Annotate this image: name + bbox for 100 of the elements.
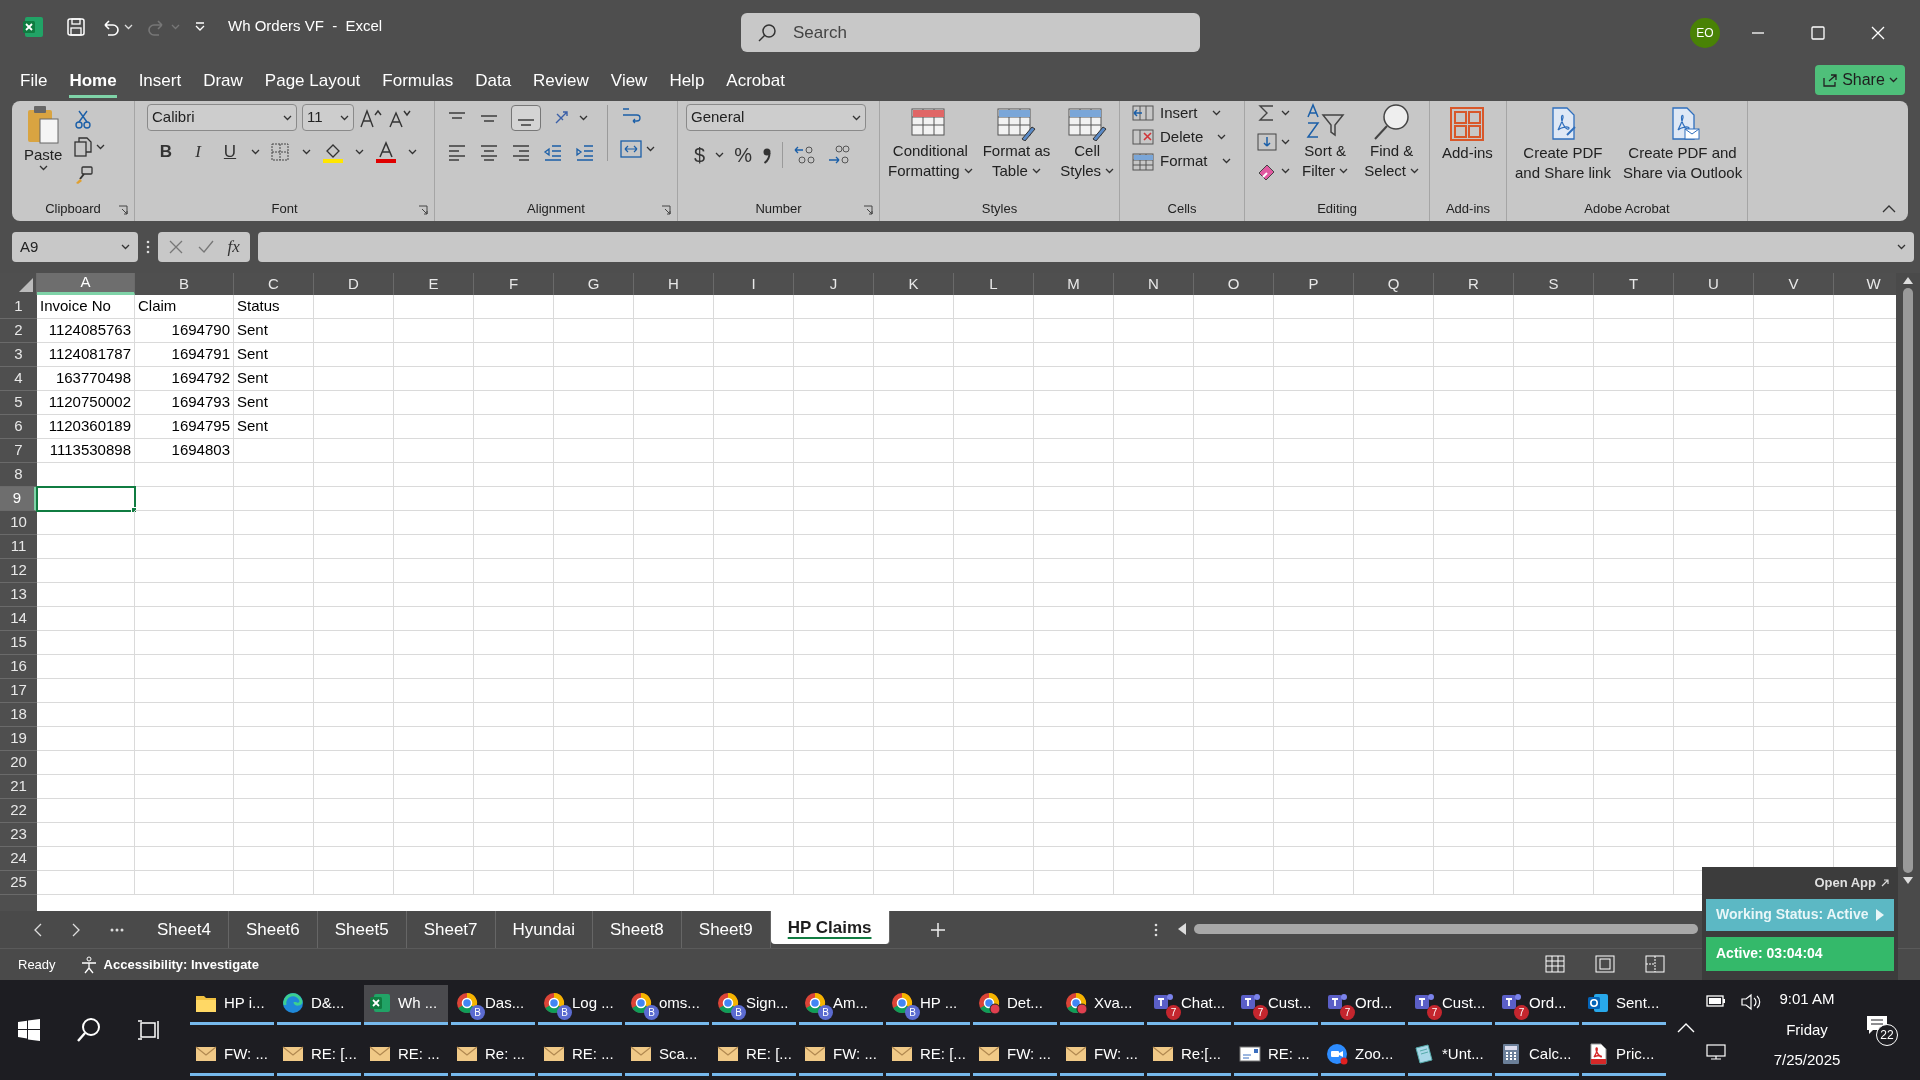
options-icon[interactable] — [1154, 923, 1158, 937]
grid-cell[interactable]: Sent — [234, 391, 314, 415]
chevron-down-icon[interactable] — [302, 148, 311, 155]
ribbon-button[interactable]: Delete — [1132, 127, 1244, 147]
previous-sheet-icon[interactable] — [34, 922, 42, 937]
column-header[interactable]: Q — [1354, 273, 1434, 295]
taskbar-button[interactable]: Re:[... — [1147, 1035, 1231, 1076]
ribbon-button[interactable]: Insert — [1132, 103, 1244, 123]
accessibility-button[interactable]: Accessibility: Investigate — [79, 954, 259, 975]
page-layout-view-icon[interactable] — [1595, 955, 1615, 973]
taskbar-button[interactable]: 7 Cust... — [1234, 984, 1318, 1025]
taskbar-button[interactable]: 7 Ord... — [1321, 984, 1405, 1025]
ribbon-button[interactable]: Format as Table — [978, 105, 1055, 181]
chevron-down-icon[interactable] — [408, 148, 417, 155]
grid-cell[interactable]: Invoice No — [37, 295, 135, 319]
grid-cell[interactable]: Sent — [234, 343, 314, 367]
taskbar-button[interactable]: RE: ... — [1234, 1035, 1318, 1076]
clock[interactable]: 9:01 AM Friday 7/25/2025 — [1762, 984, 1852, 1076]
copy-icon[interactable] — [74, 137, 93, 157]
taskbar-button[interactable]: RE: ... — [538, 1035, 622, 1076]
font-name-field[interactable]: Calibri — [147, 104, 297, 131]
row-header[interactable]: 11 — [0, 535, 37, 559]
column-header[interactable]: U — [1674, 273, 1754, 295]
start-icon[interactable] — [17, 1018, 42, 1042]
column-header[interactable]: N — [1114, 273, 1194, 295]
ribbon-button[interactable]: Find & Select — [1360, 103, 1424, 181]
decrease-decimal-icon[interactable] — [826, 144, 851, 166]
fill-down-icon[interactable] — [1257, 132, 1277, 152]
row-header[interactable]: 24 — [0, 847, 37, 871]
column-header[interactable]: D — [314, 273, 394, 295]
taskbar-button[interactable]: 7 Ord... — [1495, 984, 1579, 1025]
select-all-icon[interactable] — [19, 278, 33, 292]
row-header[interactable]: 7 — [0, 439, 37, 463]
grid-cell[interactable]: 163770498 — [37, 367, 135, 391]
bold-button[interactable]: B — [155, 139, 177, 165]
taskbar-button[interactable]: Sent... — [1582, 984, 1666, 1025]
column-header[interactable]: J — [794, 273, 874, 295]
row-header[interactable]: 1 — [0, 295, 37, 319]
chevron-down-icon[interactable] — [121, 244, 130, 250]
taskbar-button[interactable]: RE: ... — [364, 1035, 448, 1076]
chevron-down-icon[interactable] — [1211, 110, 1221, 116]
chevron-down-icon[interactable] — [1281, 168, 1290, 174]
chevron-down-icon[interactable] — [579, 115, 588, 121]
column-header[interactable]: A — [37, 273, 135, 295]
chevron-down-icon[interactable] — [96, 144, 106, 150]
chevron-down-icon[interactable] — [1410, 168, 1420, 174]
align-center-icon[interactable] — [479, 143, 499, 161]
taskbar-button[interactable]: FW: ... — [1060, 1035, 1144, 1076]
scroll-left-icon[interactable] — [1178, 923, 1186, 935]
grid-cell[interactable]: Claim — [135, 295, 234, 319]
ribbon-tab[interactable]: View — [610, 63, 648, 99]
increase-indent-icon[interactable] — [575, 143, 595, 161]
chevron-down-icon[interactable] — [38, 165, 48, 171]
column-header[interactable]: P — [1274, 273, 1354, 295]
scroll-up-icon[interactable] — [1903, 277, 1913, 284]
row-header[interactable]: 2 — [0, 319, 37, 343]
merge-cells-icon[interactable] — [620, 139, 642, 159]
column-header[interactable]: V — [1754, 273, 1834, 295]
grid-cell[interactable]: 1120360189 — [37, 415, 135, 439]
active-cell[interactable] — [37, 487, 135, 511]
taskbar-button[interactable]: *Unt... — [1408, 1035, 1492, 1076]
chevron-down-icon[interactable] — [340, 114, 349, 121]
column-header[interactable]: H — [634, 273, 714, 295]
chevron-down-icon[interactable] — [1105, 168, 1115, 174]
share-button[interactable]: Share — [1815, 65, 1905, 95]
column-header[interactable]: L — [954, 273, 1034, 295]
row-header[interactable]: 6 — [0, 415, 37, 439]
increase-decimal-icon[interactable] — [792, 144, 817, 166]
chevron-down-icon[interactable] — [1888, 77, 1898, 83]
chevron-down-icon[interactable] — [963, 168, 973, 174]
page-break-view-icon[interactable] — [1645, 955, 1665, 973]
taskbar-button[interactable]: Re: ... — [451, 1035, 535, 1076]
ribbon-button[interactable]: Sort & Filter — [1298, 103, 1353, 181]
row-header[interactable]: 8 — [0, 463, 37, 487]
row-header[interactable]: 9 — [0, 487, 37, 511]
percent-button[interactable]: % — [734, 140, 752, 170]
row-header[interactable]: 16 — [0, 655, 37, 679]
taskbar-button[interactable]: FW: ... — [799, 1035, 883, 1076]
decrease-indent-icon[interactable] — [543, 143, 563, 161]
grid-cell[interactable]: 1694792 — [135, 367, 234, 391]
chevron-down-icon[interactable] — [715, 152, 725, 158]
column-header[interactable]: T — [1594, 273, 1674, 295]
column-header[interactable]: R — [1434, 273, 1514, 295]
column-header[interactable]: S — [1514, 273, 1594, 295]
chevron-down-icon[interactable] — [355, 148, 364, 155]
search-icon[interactable] — [76, 1017, 102, 1043]
row-header[interactable]: 21 — [0, 775, 37, 799]
taskbar-button[interactable]: B Sign... — [712, 984, 796, 1025]
comma-style-icon[interactable] — [761, 146, 772, 164]
column-header[interactable]: F — [474, 273, 554, 295]
scroll-down-icon[interactable] — [1903, 877, 1913, 884]
chevron-down-icon[interactable] — [1281, 110, 1290, 116]
grid-cell[interactable]: 1694793 — [135, 391, 234, 415]
show-hidden-icons-icon[interactable] — [1677, 1023, 1695, 1033]
chevron-down-icon[interactable] — [1339, 168, 1349, 174]
ribbon-button[interactable]: Add-ins — [1438, 105, 1497, 163]
notification-center-button[interactable]: 22 — [1865, 1014, 1899, 1048]
taskbar-button[interactable]: B HP ... — [886, 984, 970, 1025]
italic-button[interactable]: I — [187, 139, 209, 165]
font-size-field[interactable]: 11 — [302, 104, 354, 131]
